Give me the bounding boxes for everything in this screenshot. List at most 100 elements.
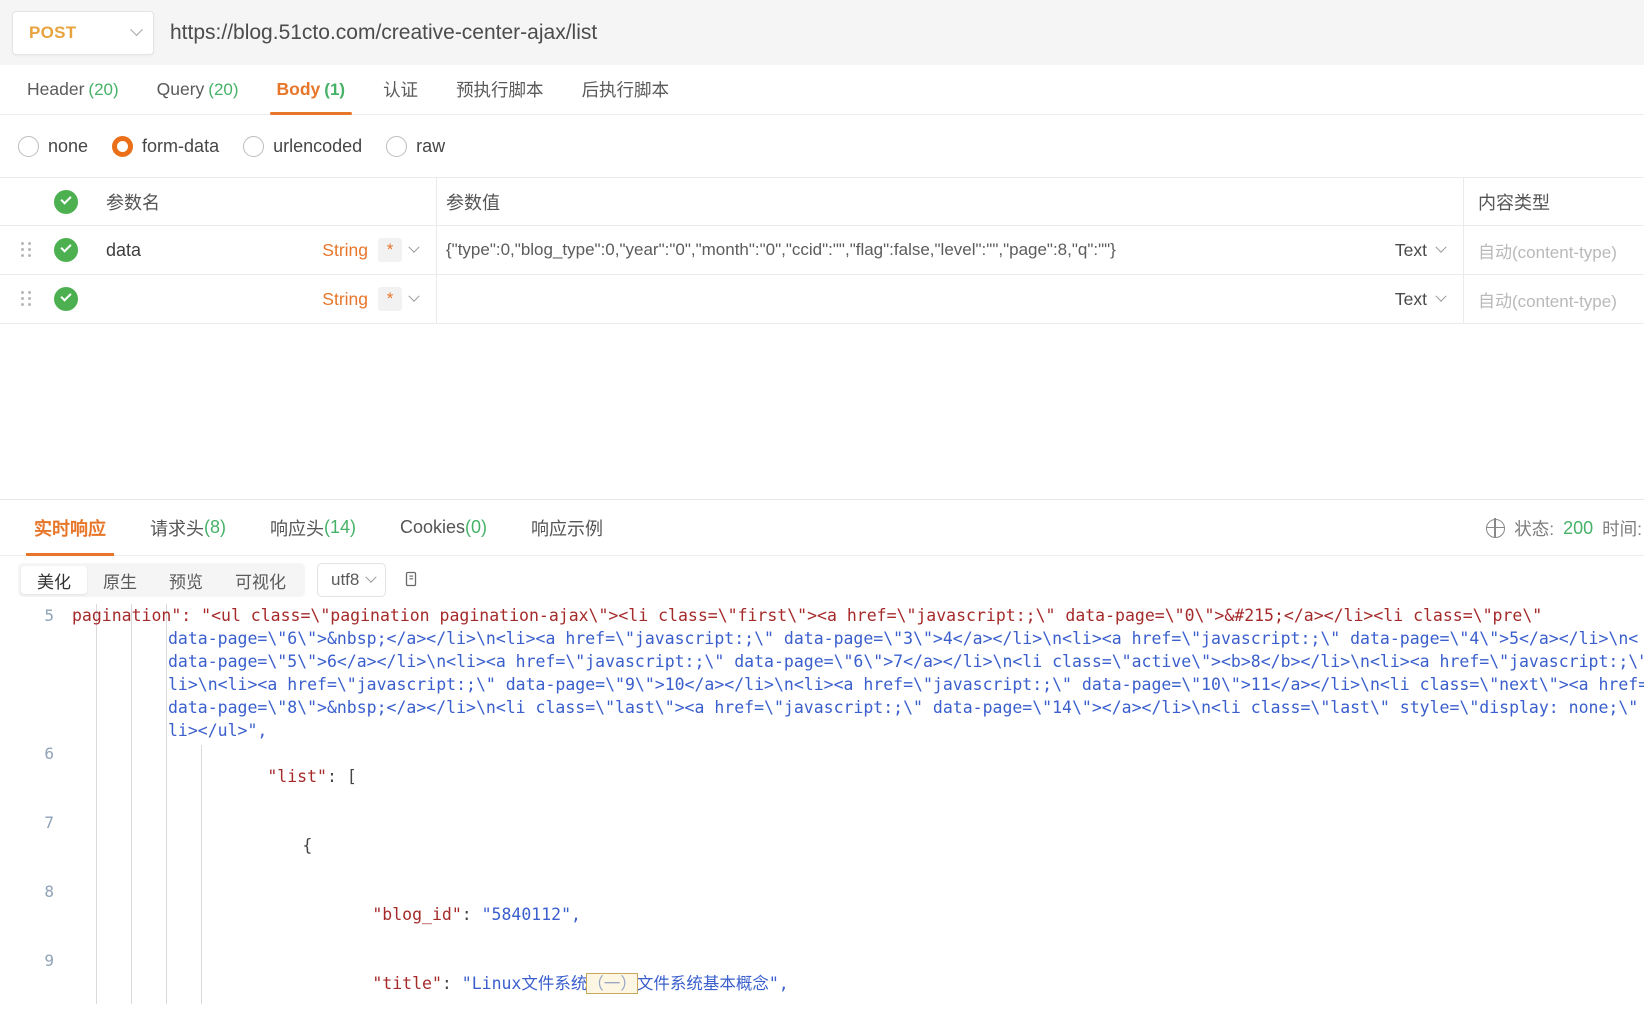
encoding-select[interactable]: utf8 (317, 563, 386, 597)
param-type-label: String (322, 240, 368, 261)
json-value: "5840112", (482, 905, 581, 924)
tab-cookies[interactable]: Cookies(0) (378, 500, 509, 556)
body-type-raw-label: raw (416, 136, 445, 157)
tab-cookies-label: Cookies (400, 517, 465, 538)
check-icon (54, 287, 78, 311)
tab-header-label: Header (27, 79, 84, 100)
json-value: { (302, 836, 312, 855)
chevron-down-icon[interactable] (408, 242, 419, 253)
view-mode-visualize-label: 可视化 (235, 568, 286, 593)
transfer-type-label: Text (1395, 240, 1427, 261)
code-line: 8 "blog_id": "5840112", (0, 880, 1644, 949)
tab-response-headers-label: 响应头 (270, 515, 324, 541)
required-mark: * (378, 287, 402, 311)
param-value-input[interactable]: {"type":0,"blog_type":0,"year":"0","mont… (446, 240, 1395, 260)
drag-handle[interactable] (0, 291, 54, 308)
chevron-down-icon (130, 23, 143, 36)
copy-button[interactable] (398, 565, 428, 595)
row-enabled-checkbox[interactable] (54, 287, 106, 311)
tab-query-count: (20) (208, 80, 238, 100)
form-data-table: 参数名 参数值 内容类型 data String * (0, 177, 1644, 324)
param-type-label: String (322, 289, 368, 310)
header-content-type: 内容类型 (1478, 189, 1550, 215)
response-body-code-viewer[interactable]: 5 pagination": "<ul class=\"pagination p… (0, 604, 1644, 1004)
response-tabs: 实时响应 请求头(8) 响应头(14) Cookies(0) 响应示例 状态: … (0, 500, 1644, 556)
check-icon (54, 190, 78, 214)
view-mode-group: 美化 原生 预览 可视化 (18, 563, 305, 597)
json-sep: : (327, 767, 347, 786)
transfer-type-label: Text (1395, 289, 1427, 310)
tab-body-count: (1) (324, 80, 345, 100)
drag-handle[interactable] (0, 242, 54, 259)
header-param-value: 参数值 (446, 189, 500, 215)
tab-auth[interactable]: 认证 (364, 65, 437, 115)
tab-query[interactable]: Query(20) (138, 65, 258, 115)
body-type-none-label: none (48, 136, 88, 157)
view-mode-pretty[interactable]: 美化 (21, 566, 87, 594)
radio-icon (386, 136, 407, 157)
json-value: [ (347, 767, 357, 786)
tab-auth-label: 认证 (383, 77, 418, 102)
json-value-pre: "Linux文件系统 (462, 974, 588, 993)
tab-pre-script-label: 预执行脚本 (456, 77, 544, 102)
radio-icon (18, 136, 39, 157)
view-mode-preview[interactable]: 预览 (153, 566, 219, 594)
tab-live-response[interactable]: 实时响应 (12, 500, 128, 556)
code-line: 7 { (0, 811, 1644, 880)
time-label: 时间: (1602, 516, 1642, 541)
tab-pre-script[interactable]: 预执行脚本 (437, 65, 563, 115)
code-line-text: li>\n<li><a href=\"javascript:;\" data-p… (72, 673, 1644, 696)
tab-query-label: Query (157, 79, 205, 100)
json-sep: : (442, 974, 462, 993)
body-type-form-data[interactable]: form-data (102, 136, 233, 157)
http-method-label: POST (29, 23, 77, 43)
code-line: 9 "title": "Linux文件系统（一）文件系统基本概念", (0, 949, 1644, 1004)
code-line: data-page=\"8\">&nbsp;</a></li>\n<li cla… (0, 696, 1644, 719)
tab-response-headers[interactable]: 响应头(14) (248, 500, 378, 556)
tab-response-headers-count: (14) (324, 517, 356, 538)
tab-response-example[interactable]: 响应示例 (509, 500, 625, 556)
tab-cookies-count: (0) (465, 517, 487, 538)
required-mark: * (378, 238, 402, 262)
tab-header-count: (20) (88, 80, 118, 100)
tab-body[interactable]: Body(1) (258, 65, 365, 115)
body-type-none[interactable]: none (8, 136, 102, 157)
tab-request-headers[interactable]: 请求头(8) (128, 500, 248, 556)
view-mode-raw[interactable]: 原生 (87, 566, 153, 594)
globe-icon (1486, 519, 1505, 538)
view-mode-visualize[interactable]: 可视化 (219, 566, 302, 594)
api-client-window: POST Header(20) Query(20) Body(1) 认证 预执行… (0, 0, 1644, 1030)
select-all-checkbox[interactable] (54, 190, 106, 214)
chevron-down-icon[interactable] (1435, 242, 1446, 253)
json-sep: : (462, 905, 482, 924)
drag-dots-icon (21, 291, 33, 308)
line-number: 8 (0, 880, 72, 903)
tab-header[interactable]: Header(20) (8, 65, 138, 115)
table-row: String * Text 自动(content-type) (0, 275, 1644, 324)
http-method-select[interactable]: POST (12, 11, 154, 55)
row-enabled-checkbox[interactable] (54, 238, 106, 262)
line-number: 9 (0, 949, 72, 972)
code-line: li>\n<li><a href=\"javascript:;\" data-p… (0, 673, 1644, 696)
body-type-raw[interactable]: raw (376, 136, 459, 157)
content-type-input[interactable]: 自动(content-type) (1478, 287, 1617, 312)
code-line-text: data-page=\"6\">&nbsp;</a></li>\n<li><a … (72, 627, 1644, 650)
code-line: li></ul>", (0, 719, 1644, 742)
content-type-input[interactable]: 自动(content-type) (1478, 238, 1617, 263)
search-match-highlight: （一） (587, 974, 637, 993)
response-view-toolbar: 美化 原生 预览 可视化 utf8 (0, 556, 1644, 604)
param-name-input[interactable]: data (106, 240, 322, 261)
encoding-label: utf8 (331, 570, 359, 590)
url-input[interactable] (168, 11, 1644, 55)
chevron-down-icon[interactable] (408, 291, 419, 302)
json-key: "list" (267, 767, 327, 786)
status-label: 状态: (1514, 516, 1554, 541)
json-value-post: 文件系统基本概念", (637, 974, 789, 993)
chevron-down-icon[interactable] (1435, 291, 1446, 302)
drag-dots-icon (21, 242, 33, 259)
view-mode-pretty-label: 美化 (37, 568, 71, 593)
code-lines: 5 pagination": "<ul class=\"pagination p… (0, 604, 1644, 1004)
body-type-urlencoded[interactable]: urlencoded (233, 136, 376, 157)
body-type-form-data-label: form-data (142, 136, 219, 157)
tab-post-script[interactable]: 后执行脚本 (563, 65, 689, 115)
